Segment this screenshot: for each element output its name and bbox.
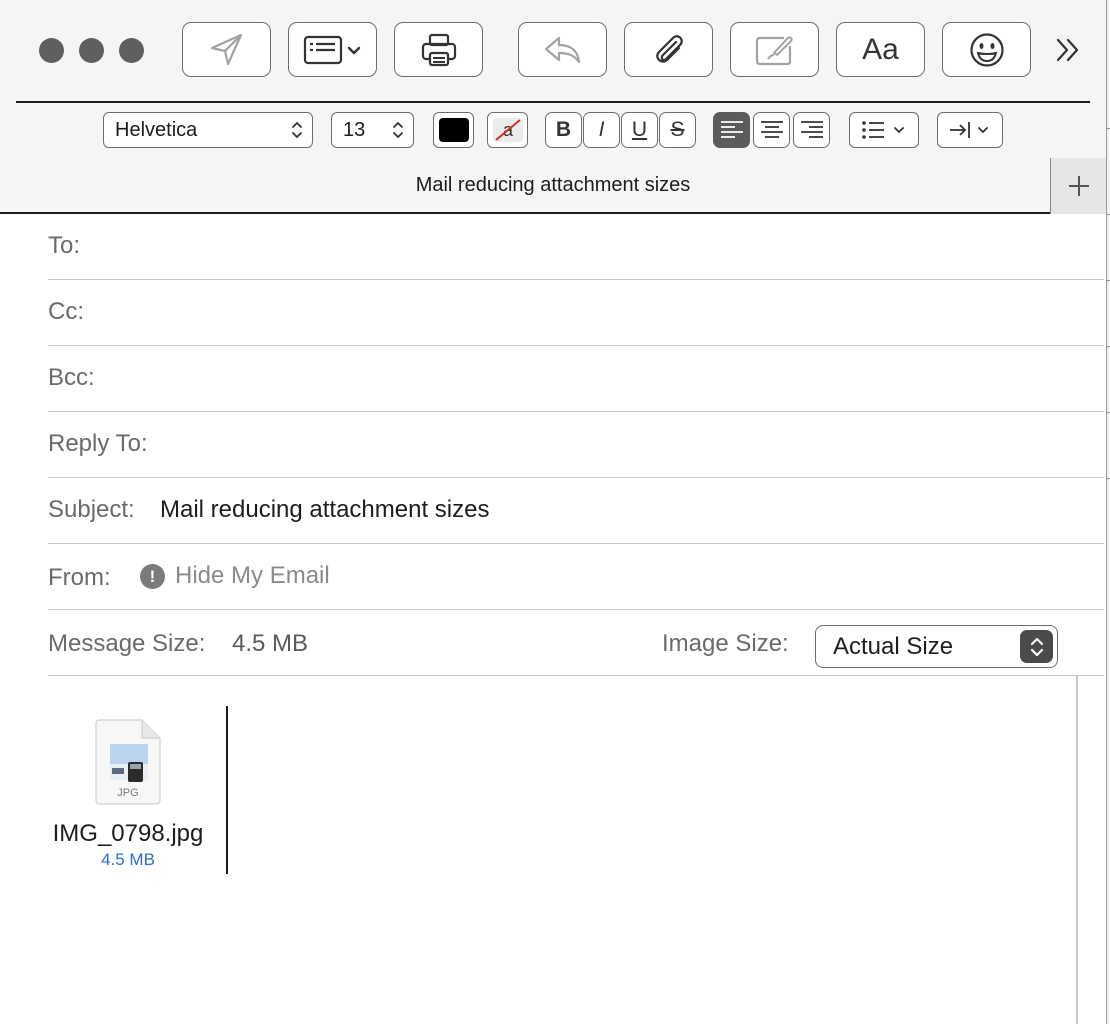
reply-icon	[544, 36, 580, 63]
subject-label: Subject:	[48, 496, 135, 523]
size-row: Message Size: 4.5 MB Image Size: Actual …	[48, 610, 1104, 676]
toolbar-area: Aa Helvetica 13 B I U S Mail reducing at…	[0, 0, 1106, 214]
plus-icon	[1068, 176, 1089, 196]
from-value[interactable]: Hide My Email	[175, 562, 330, 590]
warning-icon: !	[140, 564, 165, 589]
new-tab-button[interactable]	[1050, 158, 1106, 214]
print-icon	[421, 33, 456, 66]
updown-chevron-icon	[292, 121, 302, 139]
print-button[interactable]	[394, 22, 483, 77]
send-button[interactable]	[182, 22, 271, 77]
reply-to-label: Reply To:	[48, 430, 148, 457]
no-background-color-icon: a	[492, 118, 523, 142]
emoji-button[interactable]	[942, 22, 1031, 77]
text-color-swatch	[439, 118, 469, 142]
bcc-label: Bcc:	[48, 364, 95, 391]
attachment-file-size: 4.5 MB	[101, 850, 155, 869]
text-color-button[interactable]	[433, 112, 474, 148]
format-icon: Aa	[862, 32, 899, 66]
font-family-select[interactable]: Helvetica	[103, 112, 313, 148]
reply-to-field-row[interactable]: Reply To:	[48, 412, 1104, 478]
attachment-icon	[655, 34, 683, 63]
italic-button[interactable]: I	[583, 112, 620, 148]
underline-button[interactable]: U	[621, 112, 658, 148]
toolbar-divider	[16, 101, 1090, 103]
window-title: Mail reducing attachment sizes	[415, 174, 691, 196]
subject-input[interactable]: Mail reducing attachment sizes	[160, 496, 489, 524]
background-color-button[interactable]: a	[487, 112, 528, 148]
subject-field-row[interactable]: Subject: Mail reducing attachment sizes	[48, 478, 1104, 544]
header-fields-icon	[303, 35, 360, 64]
image-size-select[interactable]: Actual Size	[815, 625, 1058, 668]
window-edge	[1106, 0, 1110, 1024]
attach-button[interactable]	[624, 22, 713, 77]
cc-field-row[interactable]: Cc:	[48, 280, 1104, 346]
align-center-button[interactable]	[753, 112, 790, 148]
align-right-button[interactable]	[793, 112, 830, 148]
zoom-window-button[interactable]	[119, 38, 144, 63]
align-center-icon	[760, 121, 783, 138]
strikethrough-button[interactable]: S	[659, 112, 696, 148]
from-field-row[interactable]: From: ! Hide My Email	[48, 544, 1104, 610]
message-size-label: Message Size:	[48, 630, 206, 657]
updown-chevron-icon	[393, 121, 403, 139]
list-style-button[interactable]	[849, 112, 919, 148]
font-family-value: Helvetica	[115, 118, 198, 141]
overflow-icon	[1056, 38, 1079, 62]
indent-icon	[950, 122, 988, 138]
indent-button[interactable]	[937, 112, 1003, 148]
minimize-window-button[interactable]	[79, 38, 104, 63]
from-label: From:	[48, 564, 111, 591]
image-size-label: Image Size:	[662, 630, 789, 657]
close-window-button[interactable]	[39, 38, 64, 63]
image-size-value: Actual Size	[833, 633, 954, 660]
font-size-select[interactable]: 13	[331, 112, 414, 148]
bold-button[interactable]: B	[545, 112, 582, 148]
header-fields-button[interactable]	[288, 22, 377, 77]
send-icon	[210, 33, 242, 65]
body-scroll-divider	[1076, 676, 1078, 1024]
text-cursor	[226, 706, 228, 874]
emoji-icon	[969, 32, 1004, 67]
to-label: To:	[48, 232, 81, 259]
attachment-file-name: IMG_0798.jpg	[52, 820, 204, 847]
stepper-chevron-icon	[1020, 630, 1053, 663]
align-left-icon	[720, 121, 743, 138]
align-left-button[interactable]	[713, 112, 750, 148]
reply-button[interactable]	[518, 22, 607, 77]
compose-window: Aa Helvetica 13 B I U S Mail reducing at…	[0, 0, 1106, 1024]
align-right-icon	[800, 121, 823, 138]
jpg-file-icon[interactable]: JPG	[94, 718, 162, 806]
markup-button[interactable]	[730, 22, 819, 77]
toolbar-overflow-button[interactable]	[1050, 30, 1086, 70]
format-button[interactable]: Aa	[836, 22, 925, 77]
file-type-label: JPG	[117, 787, 138, 799]
message-size-value: 4.5 MB	[232, 630, 309, 657]
bulleted-list-icon	[862, 121, 904, 139]
cc-label: Cc:	[48, 298, 84, 325]
bcc-field-row[interactable]: Bcc:	[48, 346, 1104, 412]
markup-icon	[755, 35, 793, 65]
font-size-value: 13	[343, 118, 366, 141]
to-field-row[interactable]: To:	[48, 214, 1104, 280]
